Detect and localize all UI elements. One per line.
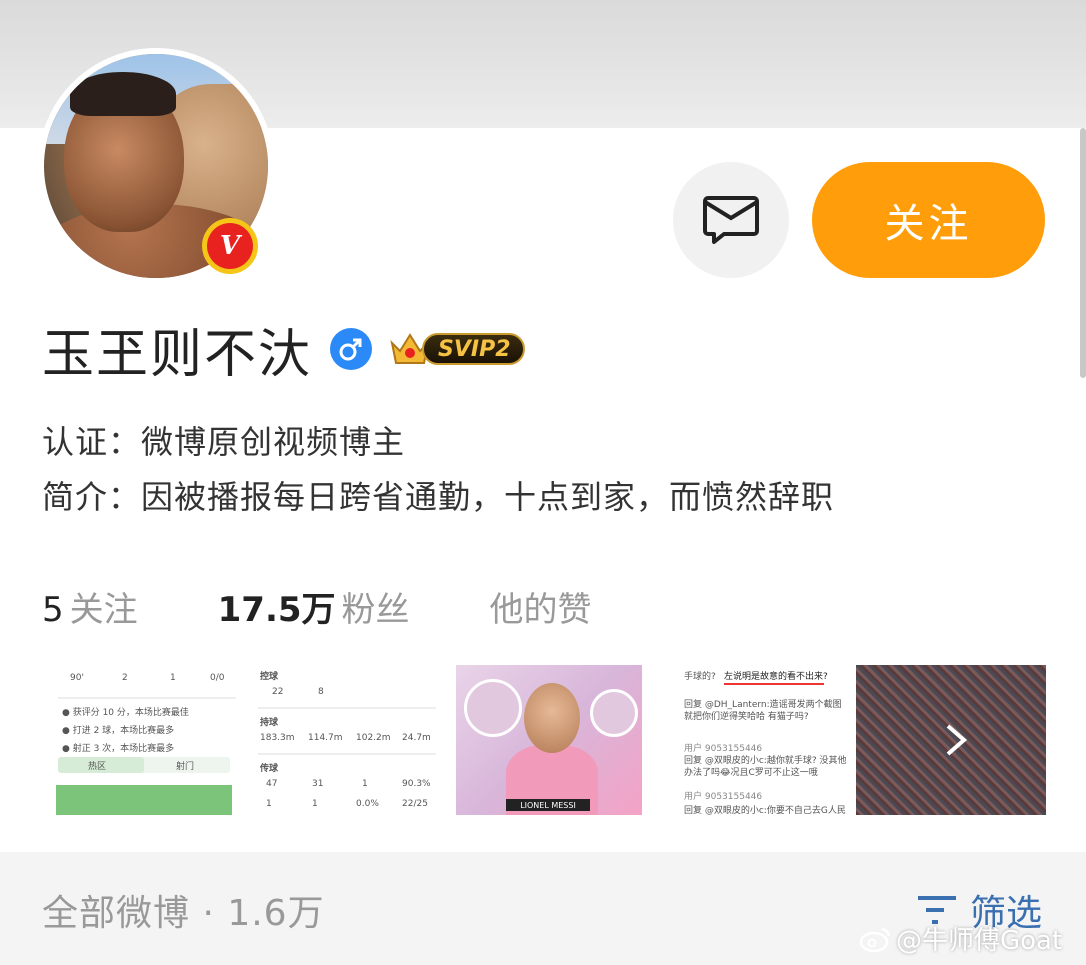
followers-stat[interactable]: 17.5万 粉丝 <box>218 582 410 631</box>
name-row: 玉玊则不汏 SVIP2 <box>42 312 525 386</box>
pitch-heatmap <box>56 785 232 815</box>
weibo-logo-icon <box>859 927 891 952</box>
scrollbar[interactable] <box>1080 128 1086 378</box>
verification-line: 认证：微博原创视频博主 <box>42 423 406 461</box>
watermark: @牛师傅Goat <box>858 920 1062 957</box>
thumbnail-messi-poster[interactable]: LIONEL MESSI <box>456 665 642 815</box>
svip-label: SVIP2 <box>422 333 525 365</box>
follow-button[interactable]: 关注 <box>812 162 1045 278</box>
verification-text: 微博原创视频博主 <box>141 423 406 461</box>
message-icon <box>703 196 759 244</box>
likes-stat[interactable]: 他的赞 <box>490 582 592 631</box>
all-weibo-count[interactable]: 全部微博 · 1.6万 <box>42 884 325 936</box>
media-thumbnails: 90' 2 1 0/0 ● 获评分 10 分，本场比赛最佳 ● 打进 2 球，本… <box>42 665 1046 815</box>
bio-text: 因被播报每日跨省通勤，十点到家，而愤然辞职 <box>141 478 835 516</box>
chevron-right-icon[interactable] <box>936 715 976 765</box>
bio-line: 简介：因被播报每日跨省通勤，十点到家，而愤然辞职 <box>42 478 835 516</box>
profile-name: 玉玊则不汏 <box>42 324 313 385</box>
male-icon <box>330 328 373 370</box>
svip-badge[interactable]: SVIP2 <box>388 329 525 369</box>
message-button[interactable] <box>673 162 789 278</box>
thumbnail-crowd[interactable] <box>856 665 1046 815</box>
verified-v-icon: V <box>202 218 258 274</box>
thumbnail-comments[interactable]: 手球的? 左说明是故意的看不出来? 回复 @DH_Lantern:造谣哥发两个截… <box>654 665 854 815</box>
stats-row: 5 关注 17.5万 粉丝 他的赞 <box>42 582 592 631</box>
thumbnail-player-stats[interactable]: 控球 22 8 持球 183.3m 114.7m 102.2m 24.7m 传球… <box>252 665 442 815</box>
thumbnail-match-stats[interactable]: 90' 2 1 0/0 ● 获评分 10 分，本场比赛最佳 ● 打进 2 球，本… <box>52 665 242 815</box>
following-stat[interactable]: 5 关注 <box>42 582 138 631</box>
